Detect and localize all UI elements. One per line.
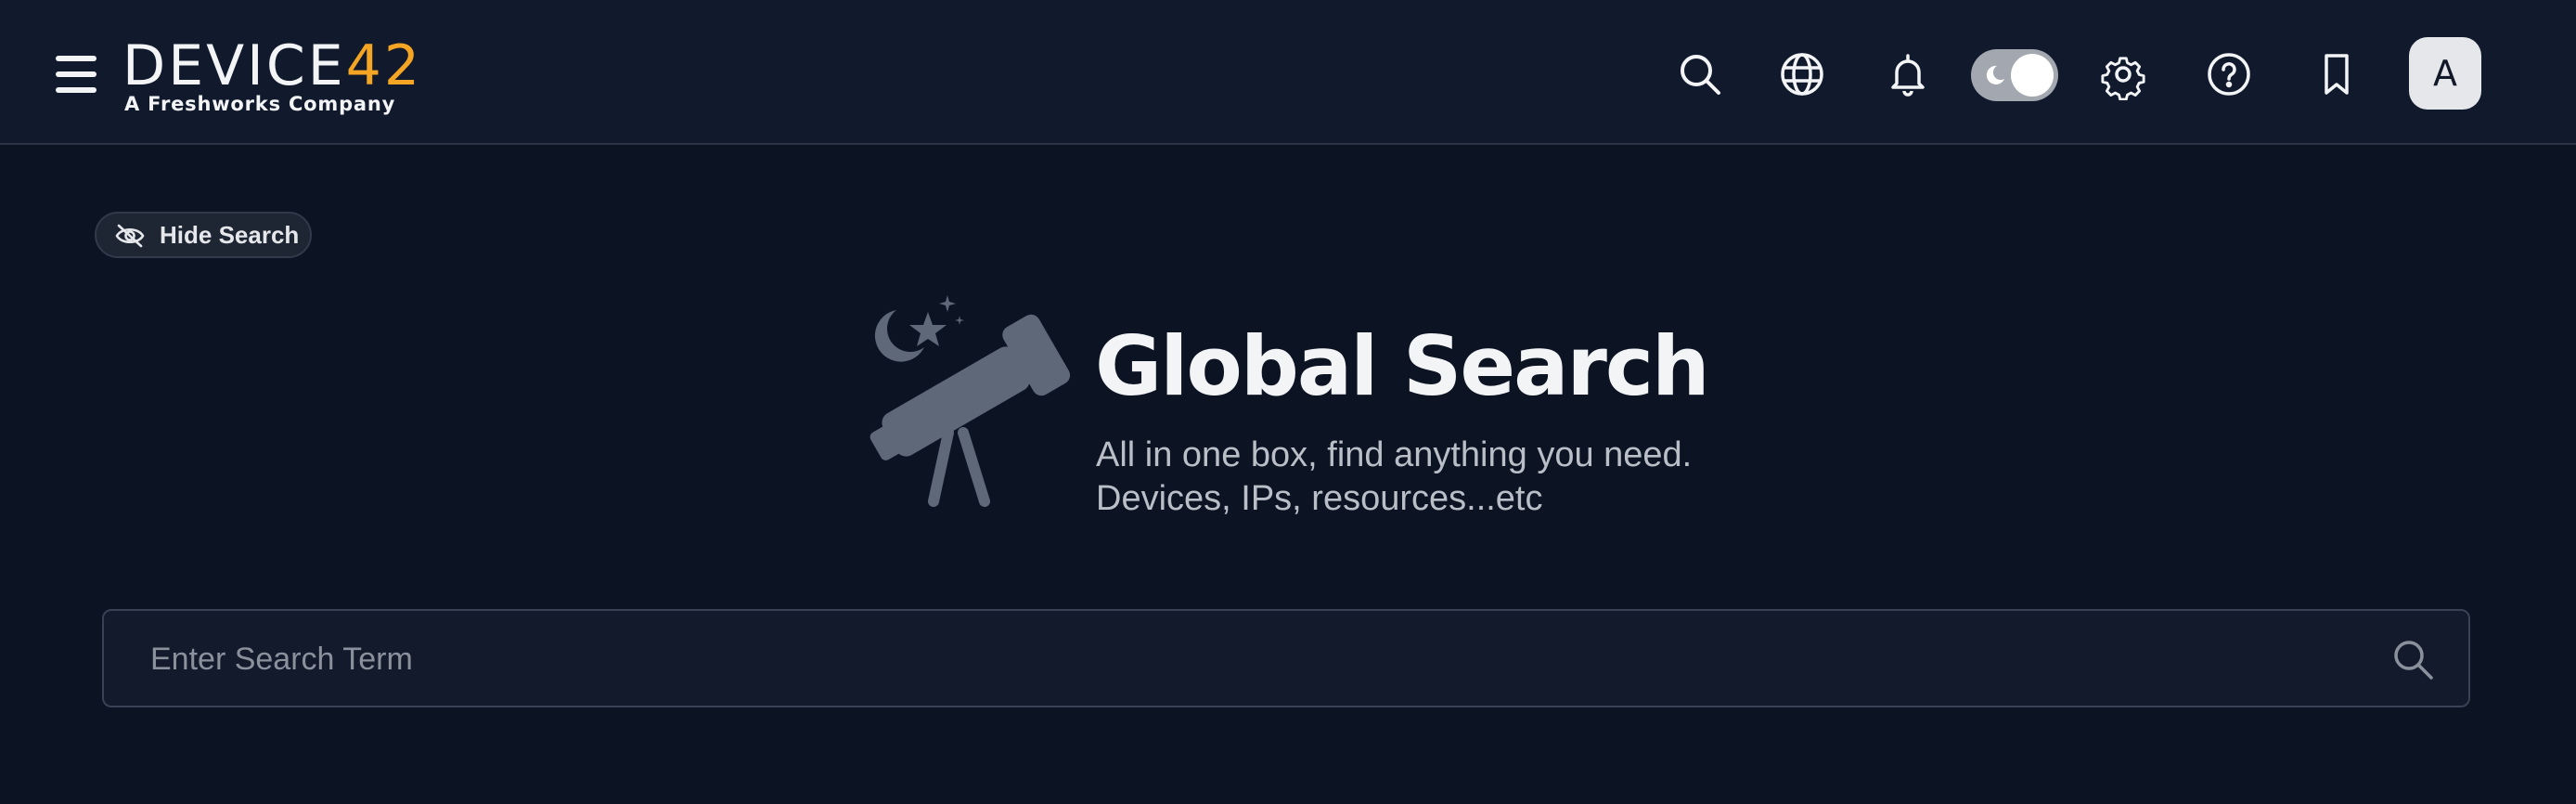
eye-off-icon <box>115 224 145 248</box>
search-icon <box>2394 641 2433 680</box>
gear-icon[interactable] <box>2097 48 2149 100</box>
logo-wordmark: DEVICE42 <box>122 33 423 98</box>
search-submit-button[interactable] <box>2390 637 2435 681</box>
bell-icon[interactable] <box>1882 48 1934 100</box>
user-avatar[interactable]: A <box>2409 37 2481 110</box>
bookmark-icon[interactable] <box>2311 48 2363 100</box>
search-icon[interactable] <box>1674 48 1726 100</box>
telescope-icon <box>869 295 1071 507</box>
page-title: Global Search <box>1095 318 1710 414</box>
page-subtitle-line-2: Devices, IPs, resources...etc <box>1096 479 1543 518</box>
globe-icon[interactable] <box>1776 48 1828 100</box>
moon-icon <box>1986 65 2004 84</box>
hide-search-label: Hide Search <box>160 221 300 249</box>
menu-icon[interactable] <box>56 56 97 93</box>
toggle-knob <box>2011 54 2054 97</box>
hide-search-button[interactable]: Hide Search <box>95 212 312 258</box>
logo-tagline: A Freshworks Company <box>124 93 396 115</box>
search-input[interactable] <box>148 611 2361 707</box>
help-icon[interactable] <box>2203 48 2255 100</box>
top-navigation-bar: DEVICE42 A Freshworks Company A <box>0 0 2576 145</box>
page-subtitle-line-1: All in one box, find anything you need. <box>1096 435 1693 474</box>
theme-toggle[interactable] <box>1971 49 2058 101</box>
device42-logo[interactable]: DEVICE42 A Freshworks Company <box>122 37 419 121</box>
global-search-box <box>102 609 2470 707</box>
